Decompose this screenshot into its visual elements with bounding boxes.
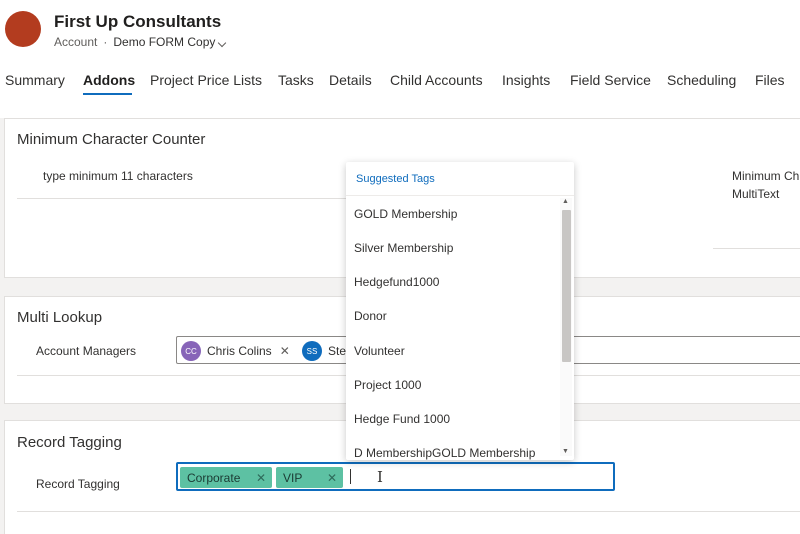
active-tab-indicator <box>83 93 132 95</box>
tab-scheduling[interactable]: Scheduling <box>667 72 736 88</box>
tab-child-accounts[interactable]: Child Accounts <box>390 72 483 88</box>
suggested-tag-item[interactable]: GOLD Membership <box>354 207 457 221</box>
remove-tag-icon[interactable]: ✕ <box>327 471 337 485</box>
suggested-tag-item[interactable]: Donor <box>354 309 387 323</box>
remove-person-icon[interactable]: ✕ <box>280 344 290 358</box>
subtitle-separator: · <box>103 35 108 49</box>
field-divider <box>713 248 800 249</box>
tag-label: VIP <box>283 470 303 485</box>
text-caret <box>350 469 351 484</box>
record-header: First Up Consultants Account · Demo FORM… <box>0 0 800 118</box>
record-tagging-label: Record Tagging <box>36 477 120 491</box>
suggested-tag-item[interactable]: Hedgefund1000 <box>354 275 439 289</box>
section-title: Minimum Character Counter <box>17 131 206 148</box>
account-managers-label: Account Managers <box>36 344 137 358</box>
tab-tasks[interactable]: Tasks <box>278 72 314 88</box>
entity-name: Account <box>54 35 98 49</box>
tab-project-price-lists[interactable]: Project Price Lists <box>150 72 262 88</box>
record-tagging-input[interactable]: Corporate ✕ VIP ✕ I <box>176 462 615 491</box>
suggested-tags-dropdown: Suggested Tags GOLD Membership Silver Me… <box>346 162 574 460</box>
tag-chip[interactable]: VIP ✕ <box>276 467 343 488</box>
min-char-field-label: type minimum 11 characters <box>43 169 193 183</box>
person-avatar: SS <box>302 341 322 361</box>
field-divider <box>17 198 347 199</box>
tag-chip[interactable]: Corporate ✕ <box>180 467 272 488</box>
multitext-label: MultiText <box>732 187 780 201</box>
suggested-tag-item[interactable]: Volunteer <box>354 344 405 358</box>
suggested-tag-item[interactable]: Silver Membership <box>354 241 453 255</box>
form-name: Demo FORM Copy <box>113 35 216 49</box>
field-divider <box>17 511 800 512</box>
suggested-tag-item[interactable]: Project 1000 <box>354 378 421 392</box>
person-name: Ste <box>328 344 347 358</box>
form-selector[interactable]: Demo FORM Copy <box>113 35 227 49</box>
scroll-down-icon[interactable]: ▼ <box>562 448 569 455</box>
lookup-person-chip[interactable]: CC Chris Colins ✕ <box>181 340 290 362</box>
tab-addons[interactable]: Addons <box>83 72 135 88</box>
dropdown-divider <box>346 195 574 196</box>
section-title: Multi Lookup <box>17 309 103 326</box>
account-avatar <box>5 11 41 47</box>
tab-files[interactable]: Files <box>755 72 785 88</box>
lookup-person-chip[interactable]: SS Ste <box>302 340 346 362</box>
remove-tag-icon[interactable]: ✕ <box>256 471 266 485</box>
tab-insights[interactable]: Insights <box>502 72 550 88</box>
scrollbar-thumb[interactable] <box>562 210 571 362</box>
section-title: Record Tagging <box>17 434 122 451</box>
min-char-right-label: Minimum Ch <box>732 169 800 183</box>
suggested-tag-item[interactable]: Hedge Fund 1000 <box>354 412 450 426</box>
tab-summary[interactable]: Summary <box>5 72 65 88</box>
person-avatar: CC <box>181 341 201 361</box>
tab-field-service[interactable]: Field Service <box>570 72 651 88</box>
record-title: First Up Consultants <box>54 12 222 31</box>
tab-details[interactable]: Details <box>329 72 372 88</box>
record-subtitle: Account · Demo FORM Copy <box>54 35 227 49</box>
dropdown-header: Suggested Tags <box>356 173 435 185</box>
mouse-cursor-icon: I <box>377 468 383 486</box>
tag-label: Corporate <box>187 470 241 485</box>
chevron-down-icon <box>218 38 227 48</box>
person-name: Chris Colins <box>207 344 272 358</box>
scroll-up-icon[interactable]: ▲ <box>562 198 569 205</box>
suggested-tag-item[interactable]: D MembershipGOLD Membership <box>354 446 535 460</box>
